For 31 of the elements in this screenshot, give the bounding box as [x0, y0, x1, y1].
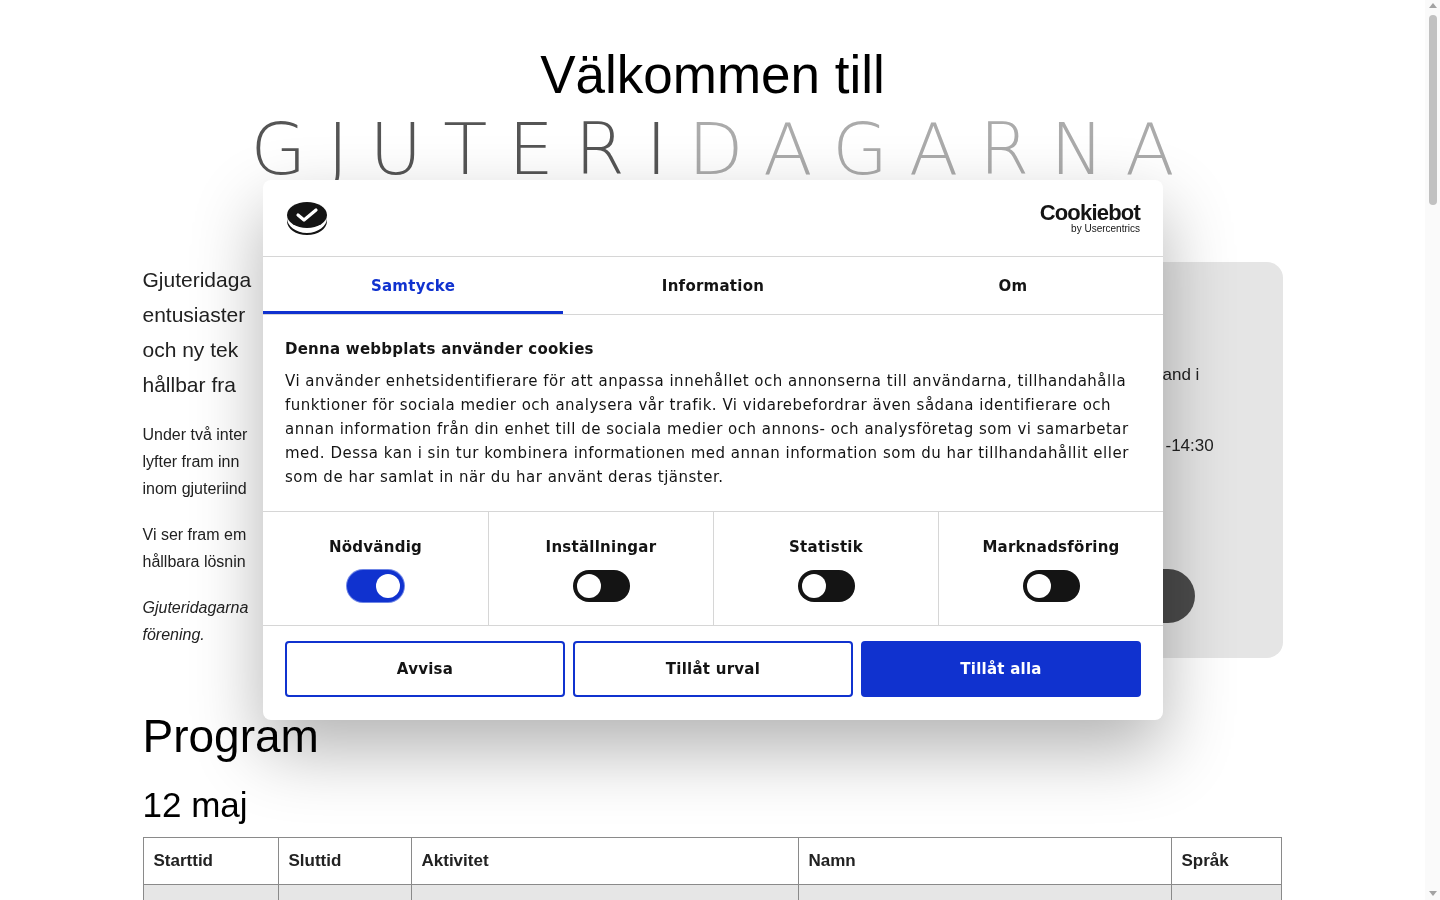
dialog-button[interactable]: Tillåt alla — [861, 641, 1141, 697]
dialog-text: Vi använder enhetsidentifierare för att anpassa innehållet och annonserna till användarna, tillhandahålla funktioner för sociala medier och analysera vår trafik. Vi vidarebefordrar även sådana identifierare och annan information från din enhet till de sociala medier och annons- och analysföretag som vi samarbetar med. Dessa kan i sin tur kombinera informationen med annan information som du har tillhandahållit eller som de har samlat in när du har använt deras tjänster. — [285, 371, 1130, 488]
category-label: Statistik — [789, 537, 863, 558]
paragraph: Vi ser fram em hållbara lösnin — [142, 525, 247, 572]
dialog-button[interactable]: Tillåt urval — [573, 641, 853, 697]
card-text: -14:30 — [1165, 435, 1214, 457]
paragraph: Gjuteridagarna förening. — [142, 598, 249, 645]
toggle-switch[interactable] — [347, 570, 404, 602]
check-disc-icon — [286, 201, 328, 235]
category-label: Marknadsföring — [982, 537, 1120, 558]
welcome-heading: Välkommen till — [539, 44, 886, 106]
toggle-switch[interactable] — [572, 570, 630, 602]
dialog-title: Denna webbplats använder cookies — [285, 339, 595, 360]
dialog-button[interactable]: Avvisa — [285, 641, 565, 697]
tab[interactable]: Samtycke — [263, 257, 563, 314]
tab[interactable]: Information — [563, 257, 863, 314]
site-logo: GJUTERI DAGARNA — [249, 115, 1196, 183]
scrollbar[interactable] — [1425, 0, 1440, 900]
tab[interactable]: Om — [863, 257, 1163, 314]
category-label: Nödvändig — [328, 537, 422, 558]
scrollbar-thumb[interactable] — [1429, 15, 1437, 205]
paragraph: Under två inter lyfter fram inn inom gjuteriind — [142, 425, 248, 499]
section-heading: Program — [142, 709, 320, 764]
toggle-switch[interactable] — [797, 570, 855, 602]
category-label: Inställningar — [545, 537, 657, 558]
paragraph: Gjuteridaga entusiaster och ny tek hållbar fra — [142, 267, 252, 398]
brand-tagline: by Usercentrics — [1071, 223, 1140, 235]
toggle-switch[interactable] — [1022, 570, 1080, 602]
card-text: and i — [1162, 364, 1200, 386]
date-heading: 12 maj — [142, 784, 249, 826]
brand-name: Cookiebot — [1039, 203, 1140, 223]
